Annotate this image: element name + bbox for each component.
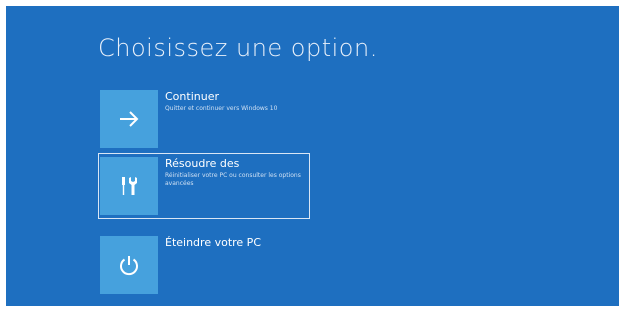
tools-icon — [122, 177, 137, 195]
recovery-screen: Choisissez une option. Continuer Quitter… — [6, 6, 619, 306]
option-troubleshoot-description: Réinitialiser votre PC ou consulter les … — [165, 172, 301, 187]
page-title: Choisissez une option. — [98, 34, 378, 62]
option-continue[interactable]: Continuer Quitter et continuer vers Wind… — [98, 86, 310, 152]
option-continue-title: Continuer — [165, 90, 219, 103]
option-continue-description: Quitter et continuer vers Windows 10 — [165, 105, 278, 112]
option-troubleshoot-title: Résoudre des — [165, 157, 240, 170]
option-turn-off-title: Éteindre votre PC — [165, 236, 261, 249]
option-troubleshoot[interactable]: Résoudre des Réinitialiser votre PC ou c… — [98, 153, 310, 219]
option-troubleshoot-tile[interactable] — [100, 157, 158, 215]
option-turn-off[interactable]: Éteindre votre PC — [98, 232, 310, 298]
arrow-right-icon — [120, 111, 139, 127]
power-icon — [120, 256, 138, 276]
option-turn-off-tile[interactable] — [100, 236, 158, 294]
option-continue-tile[interactable] — [100, 90, 158, 148]
